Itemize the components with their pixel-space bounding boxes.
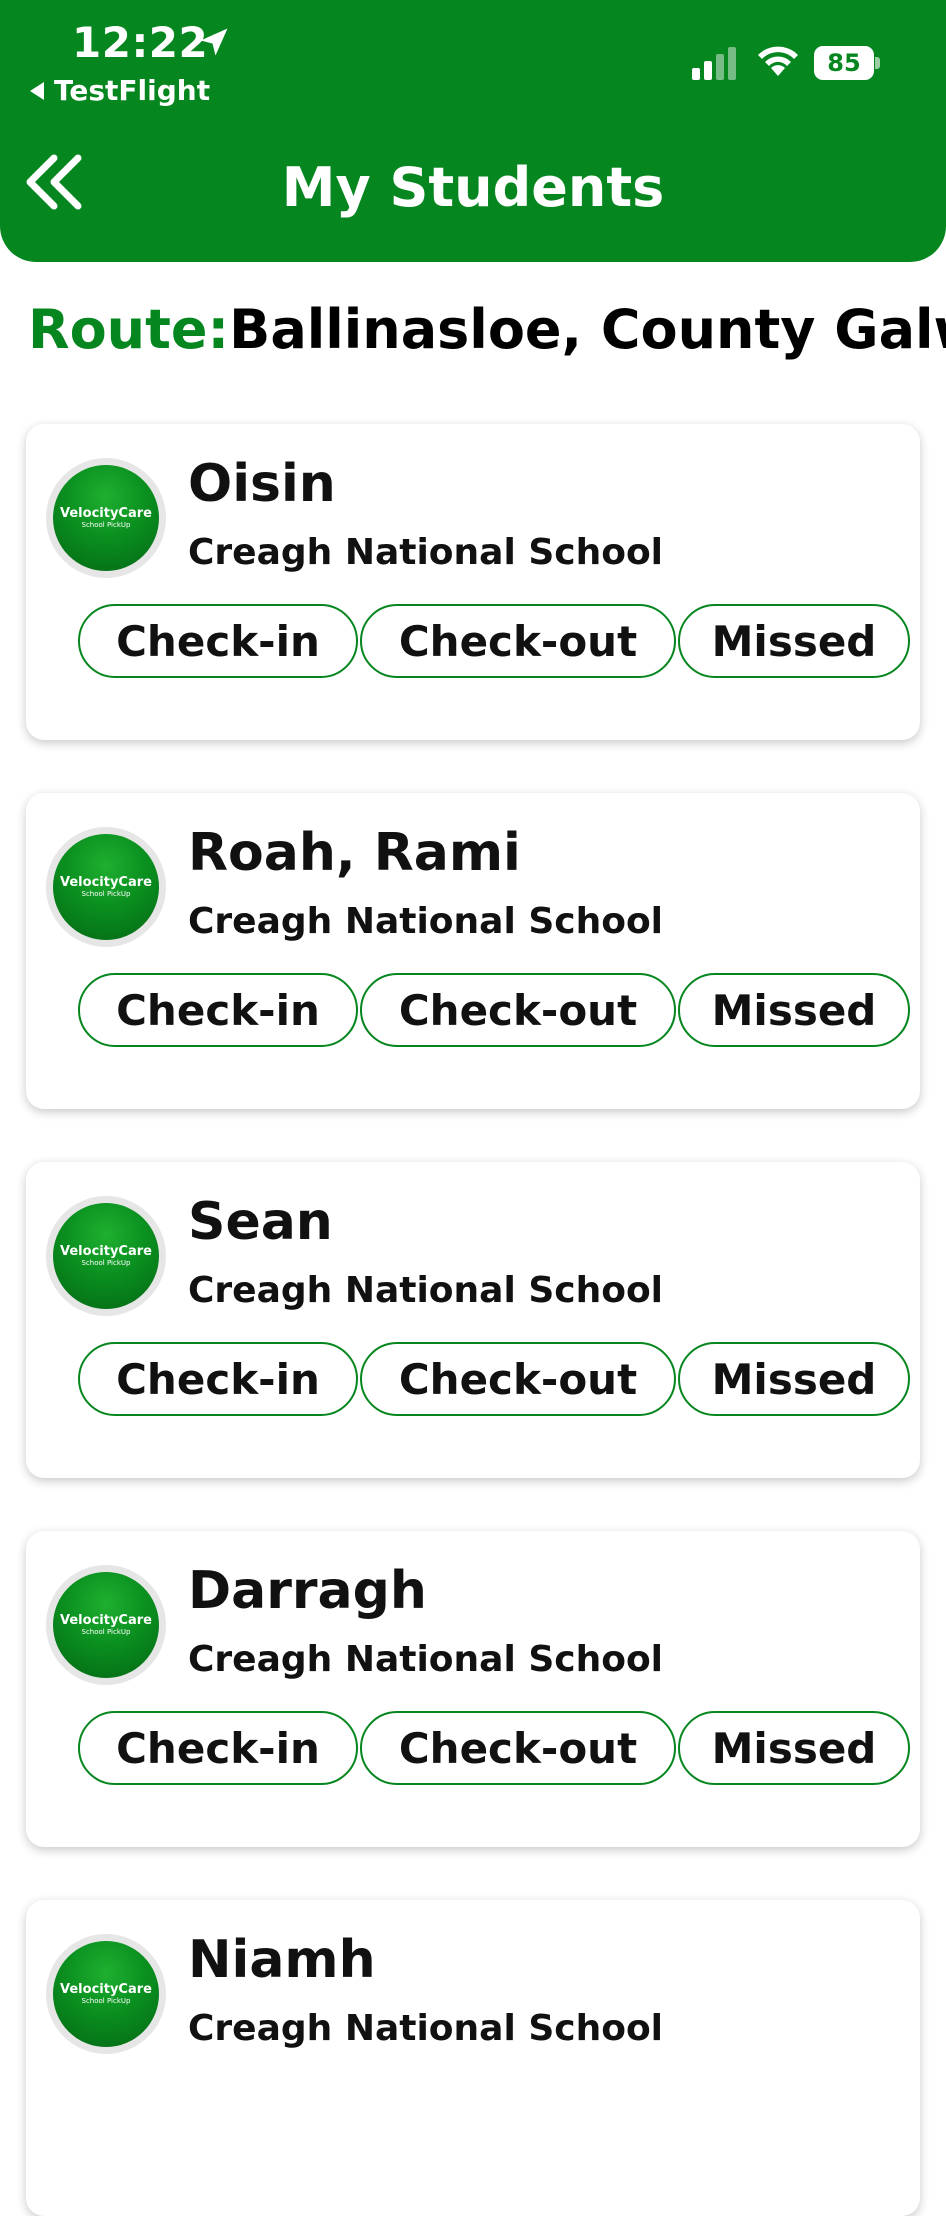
student-school: Creagh National School [188, 901, 664, 942]
avatar: VelocityCare School PickUp [46, 827, 166, 947]
student-card: VelocityCare School PickUp Roah, Rami Cr… [26, 793, 920, 1109]
velocitycare-logo: VelocityCare School PickUp [53, 465, 159, 571]
avatar: VelocityCare School PickUp [46, 1565, 166, 1685]
student-school: Creagh National School [188, 532, 664, 573]
battery-level: 85 [814, 46, 874, 80]
missed-button[interactable]: Missed [678, 973, 910, 1047]
back-to-testflight[interactable]: TestFlight [30, 74, 210, 107]
check-in-button[interactable]: Check-in [78, 1342, 358, 1416]
student-name: Oisin [188, 454, 336, 514]
logo-sub: School PickUp [81, 521, 131, 529]
route-value: Ballinasloe, County Galway [229, 298, 946, 361]
status-time: 12:22 [72, 18, 209, 67]
student-card: VelocityCare School PickUp Sean Creagh N… [26, 1162, 920, 1478]
logo-brand: VelocityCare [60, 1613, 152, 1628]
check-out-button[interactable]: Check-out [360, 1711, 676, 1785]
velocitycare-logo: VelocityCare School PickUp [53, 1203, 159, 1309]
battery-indicator: 85 [814, 46, 880, 80]
student-school: Creagh National School [188, 2008, 664, 2049]
logo-sub: School PickUp [81, 1259, 131, 1267]
avatar: VelocityCare School PickUp [46, 1196, 166, 1316]
route-label: Route: [28, 298, 230, 361]
avatar: VelocityCare School PickUp [46, 458, 166, 578]
student-card: VelocityCare School PickUp Niamh Creagh … [26, 1900, 920, 2216]
check-in-button[interactable]: Check-in [78, 1711, 358, 1785]
check-out-button[interactable]: Check-out [360, 604, 676, 678]
avatar: VelocityCare School PickUp [46, 1934, 166, 2054]
velocitycare-logo: VelocityCare School PickUp [53, 1941, 159, 2047]
missed-button[interactable]: Missed [678, 1711, 910, 1785]
page-title: My Students [281, 156, 665, 219]
logo-brand: VelocityCare [60, 1982, 152, 1997]
logo-brand: VelocityCare [60, 875, 152, 890]
student-school: Creagh National School [188, 1639, 664, 1680]
missed-button[interactable]: Missed [678, 1342, 910, 1416]
location-arrow-icon [200, 28, 228, 56]
check-in-button[interactable]: Check-in [78, 604, 358, 678]
back-app-label: TestFlight [54, 74, 211, 107]
missed-button[interactable]: Missed [678, 604, 910, 678]
student-name: Sean [188, 1192, 333, 1252]
check-out-button[interactable]: Check-out [360, 973, 676, 1047]
logo-sub: School PickUp [81, 1628, 131, 1636]
student-card: VelocityCare School PickUp Darragh Creag… [26, 1531, 920, 1847]
student-name: Roah, Rami [188, 823, 521, 883]
logo-sub: School PickUp [81, 890, 131, 898]
logo-sub: School PickUp [81, 1997, 131, 2005]
student-card: VelocityCare School PickUp Oisin Creagh … [26, 424, 920, 740]
app-header: 12:22 TestFlight 85 My Students [0, 0, 946, 262]
wifi-icon [758, 46, 798, 76]
logo-brand: VelocityCare [60, 506, 152, 521]
cellular-signal-icon [692, 47, 736, 80]
student-name: Niamh [188, 1930, 376, 1990]
student-name: Darragh [188, 1561, 427, 1621]
student-school: Creagh National School [188, 1270, 664, 1311]
velocitycare-logo: VelocityCare School PickUp [53, 834, 159, 940]
route-line: Route:Ballinasloe, County Galway [28, 298, 946, 361]
check-out-button[interactable]: Check-out [360, 1342, 676, 1416]
check-in-button[interactable]: Check-in [78, 973, 358, 1047]
back-triangle-icon [30, 81, 44, 100]
logo-brand: VelocityCare [60, 1244, 152, 1259]
velocitycare-logo: VelocityCare School PickUp [53, 1572, 159, 1678]
battery-cap [875, 57, 880, 69]
